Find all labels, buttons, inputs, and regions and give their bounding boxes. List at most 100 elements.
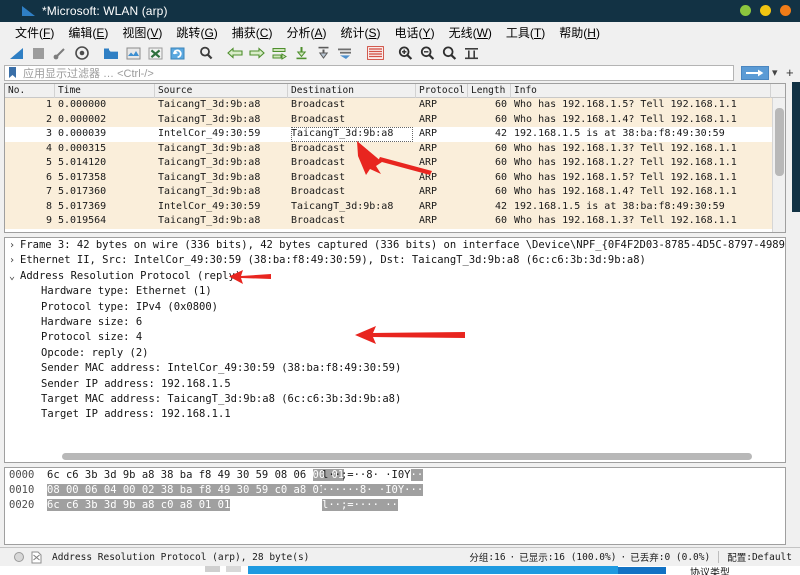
table-row[interactable]: 5 5.014120 TaicangT_3d:9b:a8 Broadcast ARP 60… [5, 156, 785, 171]
hex-ascii[interactable]: l··;=··8· ·I0Y·· [302, 468, 424, 483]
chevron-right-icon[interactable]: › [9, 253, 20, 268]
reload-icon[interactable] [167, 43, 187, 63]
restart-capture-icon[interactable] [50, 43, 70, 63]
start-capture-icon[interactable] [6, 43, 26, 63]
taskbar-item[interactable] [226, 566, 241, 572]
cell-length[interactable]: 60 [468, 113, 511, 128]
menu-item-a[interactable]: 分析(A) [279, 22, 333, 43]
detail-field[interactable]: Sender MAC address: IntelCor_49:30:59 (3… [5, 361, 785, 376]
cell-protocol[interactable]: ARP [416, 185, 468, 200]
cell-no[interactable]: 9 [5, 214, 55, 229]
cell-length[interactable]: 60 [468, 98, 511, 113]
cell-time[interactable]: 0.000000 [55, 98, 155, 113]
hex-bytes[interactable]: 6c c6 3b 3d 9b a8 38 ba f8 49 30 59 08 0… [47, 468, 345, 483]
chevron-right-icon[interactable]: › [9, 238, 20, 253]
cell-no[interactable]: 7 [5, 185, 55, 200]
cell-no[interactable]: 6 [5, 171, 55, 186]
menu-item-c[interactable]: 捕获(C) [225, 22, 280, 43]
cell-no[interactable]: 2 [5, 113, 55, 128]
menu-item-e[interactable]: 编辑(E) [61, 22, 115, 43]
go-to-packet-icon[interactable] [269, 43, 289, 63]
scrollbar-thumb[interactable] [62, 453, 752, 460]
cell-length[interactable]: 42 [468, 127, 511, 142]
open-file-icon[interactable] [101, 43, 121, 63]
close-button[interactable] [780, 5, 791, 16]
table-row[interactable]: 2 0.000002 TaicangT_3d:9b:a8 Broadcast ARP 60… [5, 112, 785, 128]
detail-protocol-node[interactable]: › Frame 3: 42 bytes on wire (336 bits), 4… [5, 238, 785, 253]
cell-destination[interactable]: Broadcast [288, 171, 416, 186]
cell-time[interactable]: 5.019564 [55, 214, 155, 229]
go-forward-icon[interactable] [247, 43, 267, 63]
packet-details-pane[interactable]: › Frame 3: 42 bytes on wire (336 bits), 4… [4, 237, 786, 463]
taskbar-active-window[interactable] [248, 566, 618, 574]
cell-no[interactable]: 5 [5, 156, 55, 171]
capture-options-icon[interactable] [72, 43, 92, 63]
cell-destination[interactable]: Broadcast [288, 185, 416, 200]
detail-field[interactable]: Protocol type: IPv4 (0x0800) [5, 300, 785, 315]
stop-capture-icon[interactable] [28, 43, 48, 63]
maximize-button[interactable] [760, 5, 771, 16]
resize-columns-icon[interactable] [461, 43, 481, 63]
taskbar-item[interactable] [205, 566, 220, 572]
menu-item-h[interactable]: 帮助(H) [552, 22, 607, 43]
cell-source[interactable]: TaicangT_3d:9b:a8 [155, 156, 288, 171]
table-row[interactable]: 7 5.017360 TaicangT_3d:9b:a8 Broadcast ARP 60… [5, 185, 785, 200]
cell-destination[interactable]: Broadcast [288, 142, 416, 157]
chevron-down-icon[interactable]: ▾ [772, 66, 778, 79]
details-horizontal-scrollbar[interactable] [6, 452, 785, 461]
column-header-length[interactable]: Length [468, 84, 511, 98]
cell-time[interactable]: 0.000002 [55, 113, 155, 128]
zoom-in-icon[interactable] [395, 43, 415, 63]
table-row[interactable]: 1 0.000000 TaicangT_3d:9b:a8 Broadcast ARP 60… [5, 98, 785, 113]
cell-time[interactable]: 5.014120 [55, 156, 155, 171]
cell-info[interactable]: Who has 192.168.1.3? Tell 192.168.1.1 [511, 214, 771, 229]
cell-time[interactable]: 0.000039 [55, 127, 155, 142]
detail-field[interactable]: Protocol size: 4 [5, 330, 785, 345]
zoom-out-icon[interactable] [417, 43, 437, 63]
packet-bytes-pane[interactable]: 0000 6c c6 3b 3d 9b a8 38 ba f8 49 30 59 … [4, 467, 786, 545]
cell-no[interactable]: 1 [5, 98, 55, 113]
capture-status-icon[interactable] [14, 552, 24, 562]
table-row[interactable]: 9 5.019564 TaicangT_3d:9b:a8 Broadcast ARP 60… [5, 214, 785, 229]
chevron-down-icon[interactable]: ⌄ [9, 269, 20, 284]
cell-info[interactable]: Who has 192.168.1.5? Tell 192.168.1.1 [511, 171, 771, 186]
menu-item-t[interactable]: 工具(T) [499, 22, 552, 43]
menu-item-v[interactable]: 视图(V) [115, 22, 169, 43]
cell-length[interactable]: 60 [468, 171, 511, 186]
menu-item-w[interactable]: 无线(W) [442, 22, 499, 43]
cell-destination[interactable]: TaicangT_3d:9b:a8 [288, 127, 416, 142]
hex-row[interactable]: 0010 08 00 06 04 00 02 38 ba f8 49 30 59 … [5, 483, 785, 498]
cell-protocol[interactable]: ARP [416, 98, 468, 113]
column-header-info[interactable]: Info [511, 84, 771, 98]
go-to-first-icon[interactable] [291, 43, 311, 63]
cell-destination[interactable]: Broadcast [288, 113, 416, 128]
hex-bytes[interactable]: 08 00 06 04 00 02 38 ba f8 49 30 59 c0 a… [47, 483, 345, 498]
detail-field[interactable]: Sender IP address: 192.168.1.5 [5, 377, 785, 392]
cell-protocol[interactable]: ARP [416, 214, 468, 229]
cell-protocol[interactable]: ARP [416, 171, 468, 186]
detail-field[interactable]: Hardware size: 6 [5, 315, 785, 330]
apply-filter-arrow-icon[interactable] [741, 66, 769, 80]
column-header-time[interactable]: Time [55, 84, 155, 98]
cell-protocol[interactable]: ARP [416, 113, 468, 128]
hex-ascii[interactable]: ······8· ·I0Y··· [302, 483, 424, 498]
table-row[interactable]: 8 5.017369 IntelCor_49:30:59 TaicangT_3d:9b… [5, 199, 785, 215]
detail-field[interactable]: Opcode: reply (2) [5, 346, 785, 361]
go-to-last-icon[interactable] [313, 43, 333, 63]
cell-no[interactable]: 8 [5, 200, 55, 215]
packet-details-tree[interactable]: › Frame 3: 42 bytes on wire (336 bits), 4… [5, 238, 785, 423]
cell-destination[interactable]: Broadcast [288, 156, 416, 171]
hex-row[interactable]: 0000 6c c6 3b 3d 9b a8 38 ba f8 49 30 59 … [5, 468, 785, 483]
hex-row[interactable]: 0020 6c c6 3b 3d 9b a8 c0 a8 01 01 l··;=··… [5, 498, 785, 513]
menu-item-g[interactable]: 跳转(G) [169, 22, 224, 43]
cell-source[interactable]: IntelCor_49:30:59 [155, 200, 288, 215]
packet-list-scrollbar[interactable] [772, 98, 785, 232]
packet-list-pane[interactable]: No. Time Source Destination Protocol Length In… [4, 83, 786, 233]
table-row[interactable]: 4 0.000315 TaicangT_3d:9b:a8 Broadcast ARP 60… [5, 141, 785, 157]
cell-length[interactable]: 60 [468, 142, 511, 157]
detail-field[interactable]: Hardware type: Ethernet (1) [5, 284, 785, 299]
table-row[interactable]: 6 5.017358 TaicangT_3d:9b:a8 Broadcast ARP 60… [5, 170, 785, 186]
detail-protocol-node[interactable]: ⌄ Address Resolution Protocol (reply) [5, 269, 785, 284]
cell-info[interactable]: Who has 192.168.1.4? Tell 192.168.1.1 [511, 185, 771, 200]
minimize-button[interactable] [740, 5, 751, 16]
